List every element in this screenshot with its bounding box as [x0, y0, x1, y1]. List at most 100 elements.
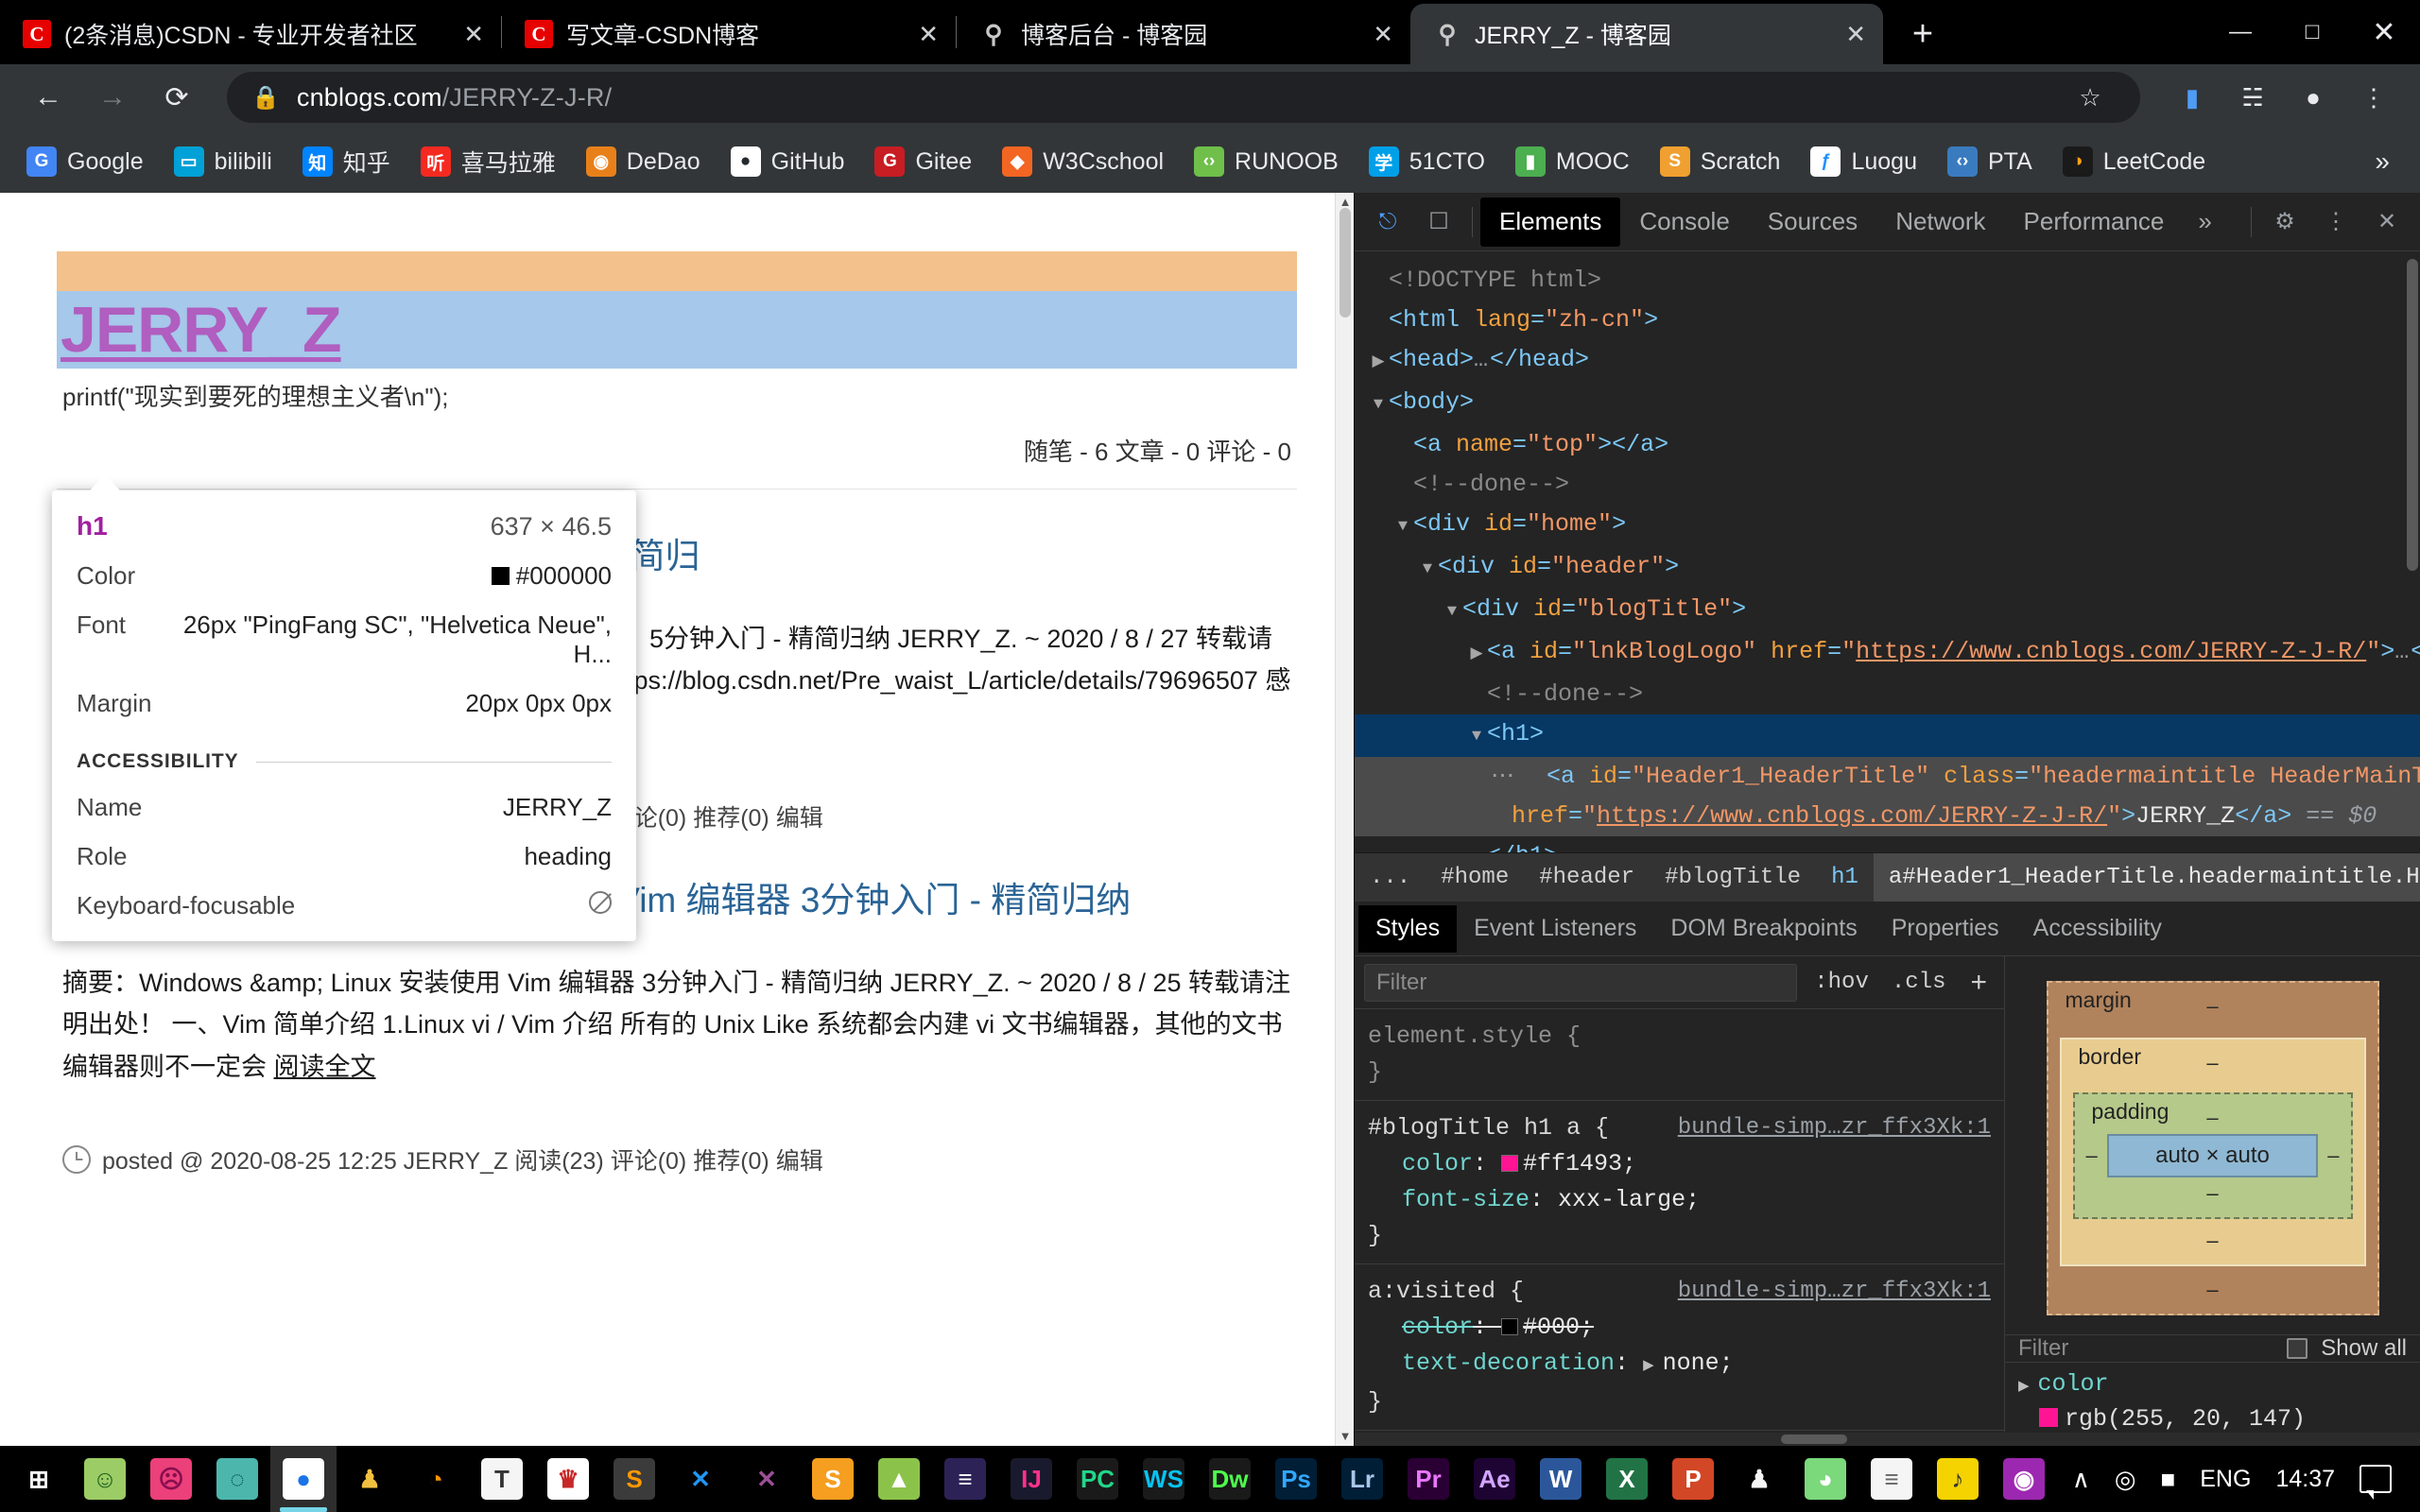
bookmark-github[interactable]: ●GitHub	[717, 140, 858, 183]
address-bar[interactable]: 🔒 cnblogs.com/JERRY-Z-J-R/ ☆	[227, 72, 2140, 123]
window-close-button[interactable]: ✕	[2348, 0, 2420, 64]
device-toolbar-icon[interactable]: ☐	[1413, 197, 1464, 248]
scrollbar-thumb[interactable]	[1340, 208, 1351, 318]
reload-icon[interactable]: ⟳	[149, 70, 204, 125]
bookmark-star-icon[interactable]: ☆	[2065, 72, 2116, 123]
scrollbar-thumb[interactable]	[1781, 1435, 1847, 1444]
dom-node-line[interactable]: ▼<h1>	[1355, 714, 2420, 757]
css-rule[interactable]: element.style {}	[1355, 1009, 2004, 1101]
taskbar-pycharm[interactable]: PC	[1064, 1446, 1131, 1512]
extension-icon[interactable]: ▮	[2167, 72, 2218, 123]
bookmark-mooc[interactable]: ▮MOOC	[1502, 140, 1643, 183]
back-icon[interactable]: ←	[21, 70, 76, 125]
color-swatch[interactable]	[1501, 1155, 1518, 1172]
breadcrumb-item[interactable]: h1	[1816, 853, 1874, 902]
puzzle-icon[interactable]: ☵	[2227, 72, 2278, 123]
dom-node-line[interactable]: <!--done-->	[1355, 465, 2420, 505]
padding-right-value[interactable]: –	[2327, 1143, 2339, 1168]
bookmark-scratch[interactable]: SScratch	[1647, 140, 1794, 183]
dom-scrollbar-thumb[interactable]	[2407, 259, 2418, 571]
box-model-margin[interactable]: margin – border – padding – – auto × aut…	[2047, 981, 2379, 1315]
disclosure-triangle-icon[interactable]: ▼	[1442, 593, 1462, 632]
tab-accessibility[interactable]: Accessibility	[2016, 905, 2179, 953]
stylesheet-source-link[interactable]: bundle-simp…zr_ffx3Xk:1	[1678, 1110, 1991, 1146]
taskbar-wechat[interactable]: ◕	[1792, 1446, 1858, 1512]
stylesheet-source-link[interactable]: bundle-simp…zr_ffx3Xk:1	[1678, 1274, 1991, 1310]
taskbar-notes[interactable]: ≡	[1858, 1446, 1925, 1512]
bookmark-w3cschool[interactable]: ◆W3Cschool	[989, 140, 1177, 183]
class-editor-button[interactable]: .cls	[1886, 970, 1952, 995]
breadcrumb-item[interactable]: #blogTitle	[1650, 853, 1816, 902]
taskbar-webstorm[interactable]: WS	[1131, 1446, 1197, 1512]
taskbar-media-player[interactable]: ◉	[1991, 1446, 2057, 1512]
bookmark-51cto[interactable]: 学51CTO	[1356, 140, 1498, 183]
bookmark-pta[interactable]: ‹›PTA	[1934, 140, 2046, 183]
taskbar-photoshop[interactable]: Ps	[1263, 1446, 1329, 1512]
margin-bottom-value[interactable]: –	[2060, 1266, 2366, 1302]
taskbar-app-globe[interactable]: ◌	[204, 1446, 270, 1512]
maximize-button[interactable]: □	[2276, 0, 2348, 64]
taskbar-qq-penguin[interactable]: ♟	[337, 1446, 403, 1512]
taskbar-excel[interactable]: X	[1594, 1446, 1660, 1512]
taskbar-intellij-idea[interactable]: IJ	[998, 1446, 1064, 1512]
color-swatch[interactable]	[1501, 1318, 1518, 1335]
clock-time[interactable]: 14:37	[2275, 1466, 2335, 1493]
dom-tree[interactable]: <!DOCTYPE html><html lang="zh-cn">▶<head…	[1355, 251, 2420, 852]
kebab-menu-icon[interactable]: ⋮	[2310, 197, 2361, 248]
notification-icon[interactable]	[2360, 1465, 2392, 1493]
css-declaration[interactable]: color: #ff1493;	[1368, 1146, 2004, 1182]
bookmark-bilibili[interactable]: ▭bilibili	[161, 140, 285, 183]
taskbar-lightroom[interactable]: Lr	[1329, 1446, 1395, 1512]
close-icon[interactable]: ✕	[1357, 22, 1393, 46]
breadcrumb-item[interactable]: a#Header1_HeaderTitle.headermaintitle.He…	[1874, 853, 2420, 902]
dom-node-line[interactable]: <!--done-->	[1355, 675, 2420, 714]
bookmark-喜马拉雅[interactable]: 听喜马拉雅	[407, 138, 569, 185]
devtools-horizontal-scrollbar[interactable]	[1355, 1433, 2420, 1446]
taskbar-powerpoint[interactable]: P	[1660, 1446, 1726, 1512]
browser-tab-3[interactable]: ⚲ 博客后台 - 博客园 ✕	[957, 4, 1410, 64]
bookmark-leetcode[interactable]: ◑LeetCode	[2049, 140, 2219, 183]
css-declaration[interactable]: color: #000;	[1368, 1310, 2004, 1346]
disclosure-triangle-icon[interactable]: ▼	[1368, 386, 1389, 425]
taskbar-android-studio[interactable]: ▲	[866, 1446, 932, 1512]
minimize-button[interactable]: —	[2204, 0, 2276, 64]
taskbar-start[interactable]: ⊞	[6, 1446, 72, 1512]
computed-filter-input[interactable]: Filter	[2018, 1335, 2273, 1362]
taskbar-dreamweaver[interactable]: Dw	[1197, 1446, 1263, 1512]
taskbar-scratch[interactable]: S	[800, 1446, 866, 1512]
color-swatch[interactable]	[2039, 1408, 2058, 1427]
profile-icon[interactable]: ●	[2288, 72, 2339, 123]
dom-node-line[interactable]: ▶<head>…</head>	[1355, 340, 2420, 383]
bookmark-gitee[interactable]: GGitee	[861, 140, 985, 183]
border-bottom-value[interactable]: –	[2073, 1219, 2353, 1253]
tab-network[interactable]: Network	[1876, 198, 2004, 247]
dom-node-line[interactable]: href="https://www.cnblogs.com/JERRY-Z-J-…	[1355, 797, 2420, 836]
tab-styles[interactable]: Styles	[1358, 905, 1457, 953]
tab-console[interactable]: Console	[1620, 198, 1748, 247]
box-model-padding[interactable]: padding – – auto × auto – –	[2073, 1092, 2353, 1219]
padding-bottom-value[interactable]: –	[2086, 1177, 2340, 1206]
taskbar-app-pink-face[interactable]: ☹	[138, 1446, 204, 1512]
disclosure-triangle-icon[interactable]: ▼	[1466, 717, 1487, 757]
bookmark-runoob[interactable]: ‹›RUNOOB	[1181, 140, 1352, 183]
more-tabs-icon[interactable]: »	[2183, 207, 2226, 236]
inspect-icon[interactable]: ⎋	[1362, 197, 1413, 248]
browser-tab-4-active[interactable]: ⚲ JERRY_Z - 博客园 ✕	[1410, 4, 1883, 64]
css-property-name[interactable]: color	[1368, 1310, 1473, 1346]
taskbar-chrome[interactable]: ●	[270, 1446, 337, 1512]
devtools-close-icon[interactable]: ✕	[2361, 197, 2412, 248]
dom-node-line[interactable]: ▼<div id="header">	[1355, 547, 2420, 590]
browser-tab-2[interactable]: C 写文章-CSDN博客 ✕	[502, 4, 956, 64]
bookmark-google[interactable]: GGoogle	[13, 140, 157, 183]
show-all-checkbox[interactable]	[2287, 1338, 2308, 1359]
bookmark-luogu[interactable]: ƒLuogu	[1797, 140, 1930, 183]
tab-elements[interactable]: Elements	[1480, 198, 1620, 247]
css-declaration[interactable]: text-decoration: ▶ none;	[1368, 1346, 2004, 1384]
tab-performance[interactable]: Performance	[2005, 198, 2184, 247]
dom-node-line[interactable]: ▼<body>	[1355, 383, 2420, 425]
taskbar-visual-studio[interactable]: ✕	[734, 1446, 800, 1512]
computed-properties-list[interactable]: ▶ colorrgb(255, 20, 147)▶ cursorpointer▶…	[2005, 1363, 2420, 1433]
css-property-value[interactable]: none;	[1663, 1349, 1734, 1377]
breadcrumb-item[interactable]: ...	[1355, 853, 1426, 902]
expand-arrow-icon[interactable]: ▶	[1643, 1358, 1663, 1374]
